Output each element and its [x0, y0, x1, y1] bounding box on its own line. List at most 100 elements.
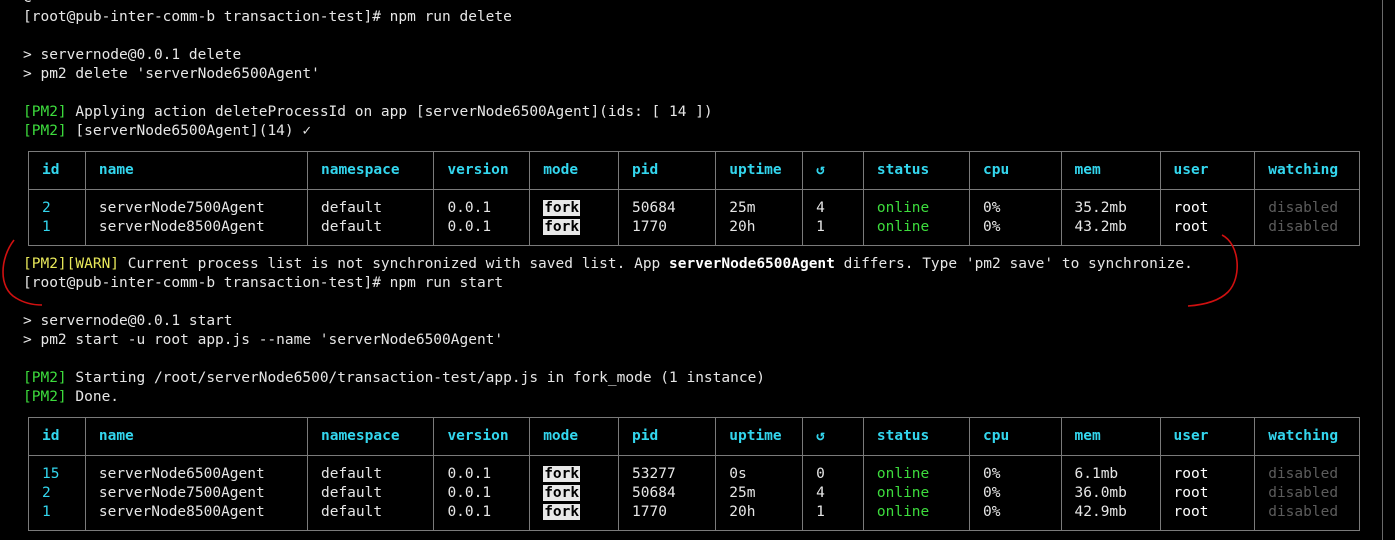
- column-header-status: status: [862, 417, 971, 456]
- column-header-watching: watching: [1254, 417, 1360, 456]
- column-header-mode: mode: [529, 151, 620, 190]
- table-row: 2 serverNode7500Agent default 0.0.1 fork 5068…: [28, 189, 1360, 218]
- cell-id: 1: [28, 218, 86, 246]
- cell-version: 0.0.1: [433, 455, 531, 484]
- cell-restarts: 1: [802, 503, 864, 531]
- cell-version: 0.0.1: [433, 484, 531, 503]
- column-header-id: id: [28, 151, 86, 190]
- process-table-2: id name namespace version mode pid uptime ↺ stat…: [28, 417, 1360, 531]
- pm2-log-line: [PM2] Starting /root/serverNode6500/tran…: [23, 369, 765, 388]
- cell-pid: 53277: [618, 455, 717, 484]
- pm2-log-text: Done.: [66, 389, 120, 405]
- cell-name: serverNode7500Agent: [84, 189, 308, 218]
- cell-version: 0.0.1: [433, 503, 531, 531]
- column-header-namespace: namespace: [306, 417, 435, 456]
- column-header-status: status: [862, 151, 971, 190]
- cell-status: online: [862, 455, 971, 484]
- prompt-line-delete: [root@pub-inter-comm-b transaction-test]…: [23, 9, 512, 25]
- mode-chip: fork: [543, 200, 581, 216]
- column-header-restarts: ↺: [802, 417, 864, 456]
- pm2-command-line: > pm2 delete 'serverNode6500Agent': [23, 66, 320, 82]
- cell-user: root: [1159, 503, 1256, 531]
- column-header-id: id: [28, 417, 86, 456]
- table-row: 1 serverNode8500Agent default 0.0.1 fork 1770…: [28, 218, 1360, 246]
- cell-user: root: [1159, 218, 1256, 246]
- cell-restarts: 4: [802, 189, 864, 218]
- cell-name: serverNode7500Agent: [84, 484, 308, 503]
- cell-restarts: 1: [802, 218, 864, 246]
- cell-namespace: default: [306, 189, 435, 218]
- pm2-log-line: [PM2] Applying action deleteProcessId on…: [23, 103, 713, 122]
- cell-namespace: default: [306, 455, 435, 484]
- column-header-mode: mode: [529, 417, 620, 456]
- cell-uptime: 25m: [715, 189, 804, 218]
- cell-id: 2: [28, 484, 86, 503]
- pm2-log-text: Applying action deleteProcessId on app […: [66, 104, 713, 120]
- column-header-cpu: cpu: [969, 151, 1062, 190]
- pm2-tag: [PM2]: [23, 123, 67, 139]
- table-row: 1 serverNode8500Agent default 0.0.1 fork 1770…: [28, 503, 1360, 531]
- pm2-command-line: > pm2 start -u root app.js --name 'serve…: [23, 332, 504, 348]
- cell-id: 1: [28, 503, 86, 531]
- column-header-mem: mem: [1060, 417, 1161, 456]
- column-header-name: name: [84, 417, 308, 456]
- pm2-log-text: Starting /root/serverNode6500/transactio…: [66, 370, 766, 386]
- pm2-log-text: [serverNode6500Agent](14) ✓: [66, 123, 312, 139]
- column-header-pid: pid: [618, 417, 717, 456]
- column-header-user: user: [1159, 417, 1256, 456]
- cell-mode: fork: [529, 503, 620, 531]
- cell-id: 15: [28, 455, 86, 484]
- column-header-version: version: [433, 151, 531, 190]
- cell-mode: fork: [529, 455, 620, 484]
- cell-status: online: [862, 503, 971, 531]
- cell-mem: 36.0mb: [1060, 484, 1161, 503]
- pm2-tag: [PM2]: [23, 370, 67, 386]
- cell-uptime: 0s: [715, 455, 804, 484]
- pm2-tag: [PM2]: [23, 104, 67, 120]
- cell-watching: disabled: [1254, 218, 1360, 246]
- mode-chip: fork: [543, 485, 581, 501]
- cell-pid: 1770: [618, 503, 717, 531]
- cell-pid: 50684: [618, 484, 717, 503]
- column-header-user: user: [1159, 151, 1256, 190]
- cell-name: serverNode6500Agent: [84, 455, 308, 484]
- mode-chip: fork: [543, 504, 581, 520]
- cell-watching: disabled: [1254, 484, 1360, 503]
- cell-cpu: 0%: [969, 218, 1062, 246]
- cell-status: online: [862, 218, 971, 246]
- cell-pid: 50684: [618, 189, 717, 218]
- cell-status: online: [862, 189, 971, 218]
- window-edge: [1382, 0, 1383, 540]
- cell-cpu: 0%: [969, 484, 1062, 503]
- cell-name: serverNode8500Agent: [84, 218, 308, 246]
- cell-mode: fork: [529, 484, 620, 503]
- npm-script-line: > servernode@0.0.1 delete: [23, 47, 242, 63]
- column-header-restarts: ↺: [802, 151, 864, 190]
- npm-script-line: > servernode@0.0.1 start: [23, 313, 233, 329]
- cell-user: root: [1159, 484, 1256, 503]
- cell-mem: 6.1mb: [1060, 455, 1161, 484]
- cell-mem: 35.2mb: [1060, 189, 1161, 218]
- table-row: 15 serverNode6500Agent default 0.0.1 fork 532…: [28, 455, 1360, 484]
- cell-user: root: [1159, 189, 1256, 218]
- cell-watching: disabled: [1254, 189, 1360, 218]
- cell-cpu: 0%: [969, 455, 1062, 484]
- column-header-namespace: namespace: [306, 151, 435, 190]
- cell-mem: 42.9mb: [1060, 503, 1161, 531]
- cell-mem: 43.2mb: [1060, 218, 1161, 246]
- cell-id: 2: [28, 189, 86, 218]
- column-header-watching: watching: [1254, 151, 1360, 190]
- column-header-uptime: uptime: [715, 151, 804, 190]
- cell-version: 0.0.1: [433, 218, 531, 246]
- mode-chip: fork: [543, 219, 581, 235]
- table-row: 2 serverNode7500Agent default 0.0.1 fork 5068…: [28, 484, 1360, 503]
- warn-line: [PM2][WARN] Current process list is not …: [23, 255, 1193, 274]
- top-fragment: C: [23, 0, 32, 6]
- cell-restarts: 0: [802, 455, 864, 484]
- cell-name: serverNode8500Agent: [84, 503, 308, 531]
- column-header-version: version: [433, 417, 531, 456]
- cell-cpu: 0%: [969, 503, 1062, 531]
- cell-pid: 1770: [618, 218, 717, 246]
- cell-status: online: [862, 484, 971, 503]
- warn-app-name: serverNode6500Agent: [669, 256, 835, 272]
